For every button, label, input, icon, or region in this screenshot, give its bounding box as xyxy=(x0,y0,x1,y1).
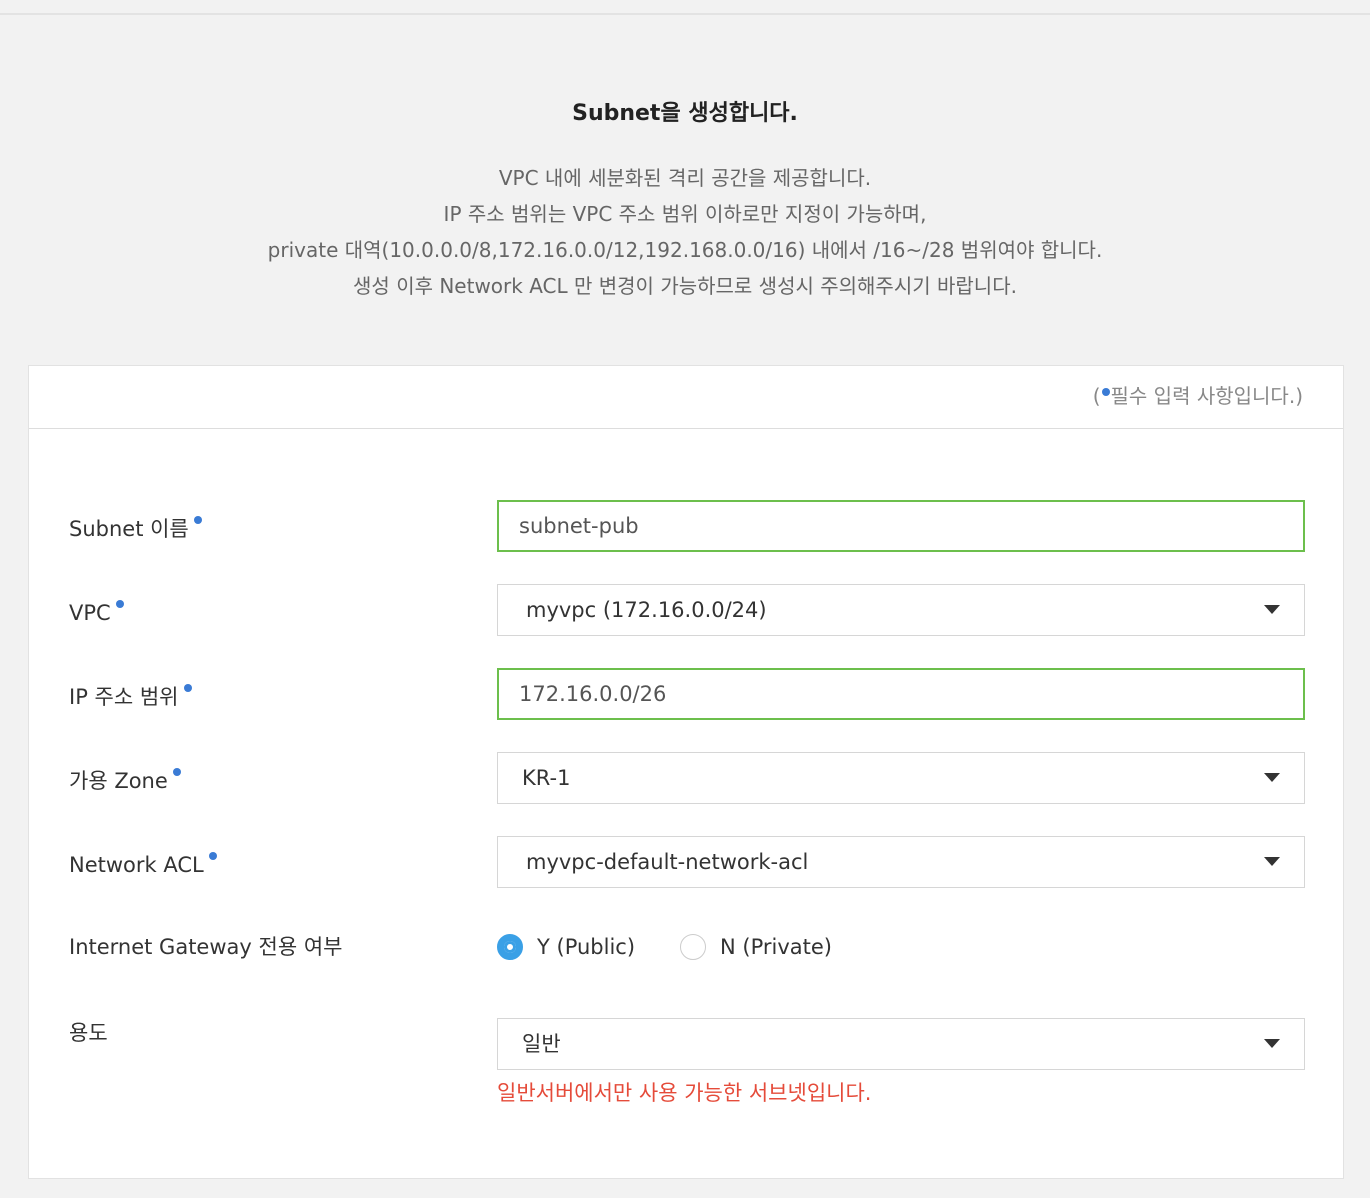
intro-description: VPC 내에 세분화된 격리 공간을 제공합니다. IP 주소 범위는 VPC … xyxy=(0,160,1370,304)
required-dot-icon xyxy=(193,516,202,524)
required-dot-icon xyxy=(115,600,124,608)
vpc-label: VPC xyxy=(69,598,124,628)
form-header: (필수 입력 사항입니다.) xyxy=(29,366,1343,429)
zone-selected-value: KR-1 xyxy=(522,766,571,790)
radio-unchecked-icon[interactable] xyxy=(680,934,706,960)
required-dot-icon xyxy=(183,684,192,692)
vpc-select[interactable]: myvpc (172.16.0.0/24) xyxy=(497,584,1305,636)
radio-private[interactable]: N (Private) xyxy=(680,932,832,962)
radio-public[interactable]: Y (Public) xyxy=(497,932,635,962)
intro-line: 생성 이후 Network ACL 만 변경이 가능하므로 생성시 주의해주시기… xyxy=(353,274,1017,298)
radio-private-label[interactable]: N (Private) xyxy=(720,932,832,962)
caret-down-icon xyxy=(1264,773,1280,782)
ip-range-label: IP 주소 범위 xyxy=(69,682,192,712)
network-acl-select[interactable]: myvpc-default-network-acl xyxy=(497,836,1305,888)
radio-checked-icon[interactable] xyxy=(497,934,523,960)
vpc-selected-value: myvpc (172.16.0.0/24) xyxy=(526,598,767,622)
intro-line: IP 주소 범위는 VPC 주소 범위 이하로만 지정이 가능하며, xyxy=(443,202,927,226)
ip-range-input[interactable] xyxy=(499,670,1303,718)
subnet-name-field xyxy=(497,500,1305,552)
caret-down-icon xyxy=(1264,1039,1280,1048)
network-acl-selected-value: myvpc-default-network-acl xyxy=(526,850,809,874)
required-dot-icon xyxy=(172,768,181,776)
radio-public-label[interactable]: Y (Public) xyxy=(537,932,635,962)
caret-down-icon xyxy=(1264,857,1280,866)
required-note: (필수 입력 사항입니다.) xyxy=(1092,384,1303,408)
ip-range-field xyxy=(497,668,1305,720)
page-title: Subnet을 생성합니다. xyxy=(572,101,798,126)
intro-line: private 대역(10.0.0.0/8,172.16.0.0/12,192.… xyxy=(267,238,1103,262)
intro-line: VPC 내에 세분화된 격리 공간을 제공합니다. xyxy=(498,166,872,190)
required-dot-icon xyxy=(1101,388,1110,396)
caret-down-icon xyxy=(1264,605,1280,614)
zone-select[interactable]: KR-1 xyxy=(497,752,1305,804)
top-divider xyxy=(0,13,1370,15)
network-acl-label: Network ACL xyxy=(69,850,217,880)
subnet-name-label: Subnet 이름 xyxy=(69,514,202,544)
required-dot-icon xyxy=(208,852,217,860)
internet-gateway-label: Internet Gateway 전용 여부 xyxy=(69,935,343,959)
zone-label: 가용 Zone xyxy=(69,766,181,796)
usage-label: 용도 xyxy=(69,1021,108,1045)
usage-select[interactable]: 일반 xyxy=(497,1018,1305,1070)
usage-selected-value: 일반 xyxy=(522,1032,561,1056)
usage-hint: 일반서버에서만 사용 가능한 서브넷입니다. xyxy=(497,1081,872,1105)
subnet-form-card: (필수 입력 사항입니다.) Subnet 이름 VPC myvpc (172.… xyxy=(28,365,1344,1179)
intro-section: Subnet을 생성합니다. VPC 내에 세분화된 격리 공간을 제공합니다.… xyxy=(0,96,1370,304)
subnet-name-input[interactable] xyxy=(499,502,1303,550)
